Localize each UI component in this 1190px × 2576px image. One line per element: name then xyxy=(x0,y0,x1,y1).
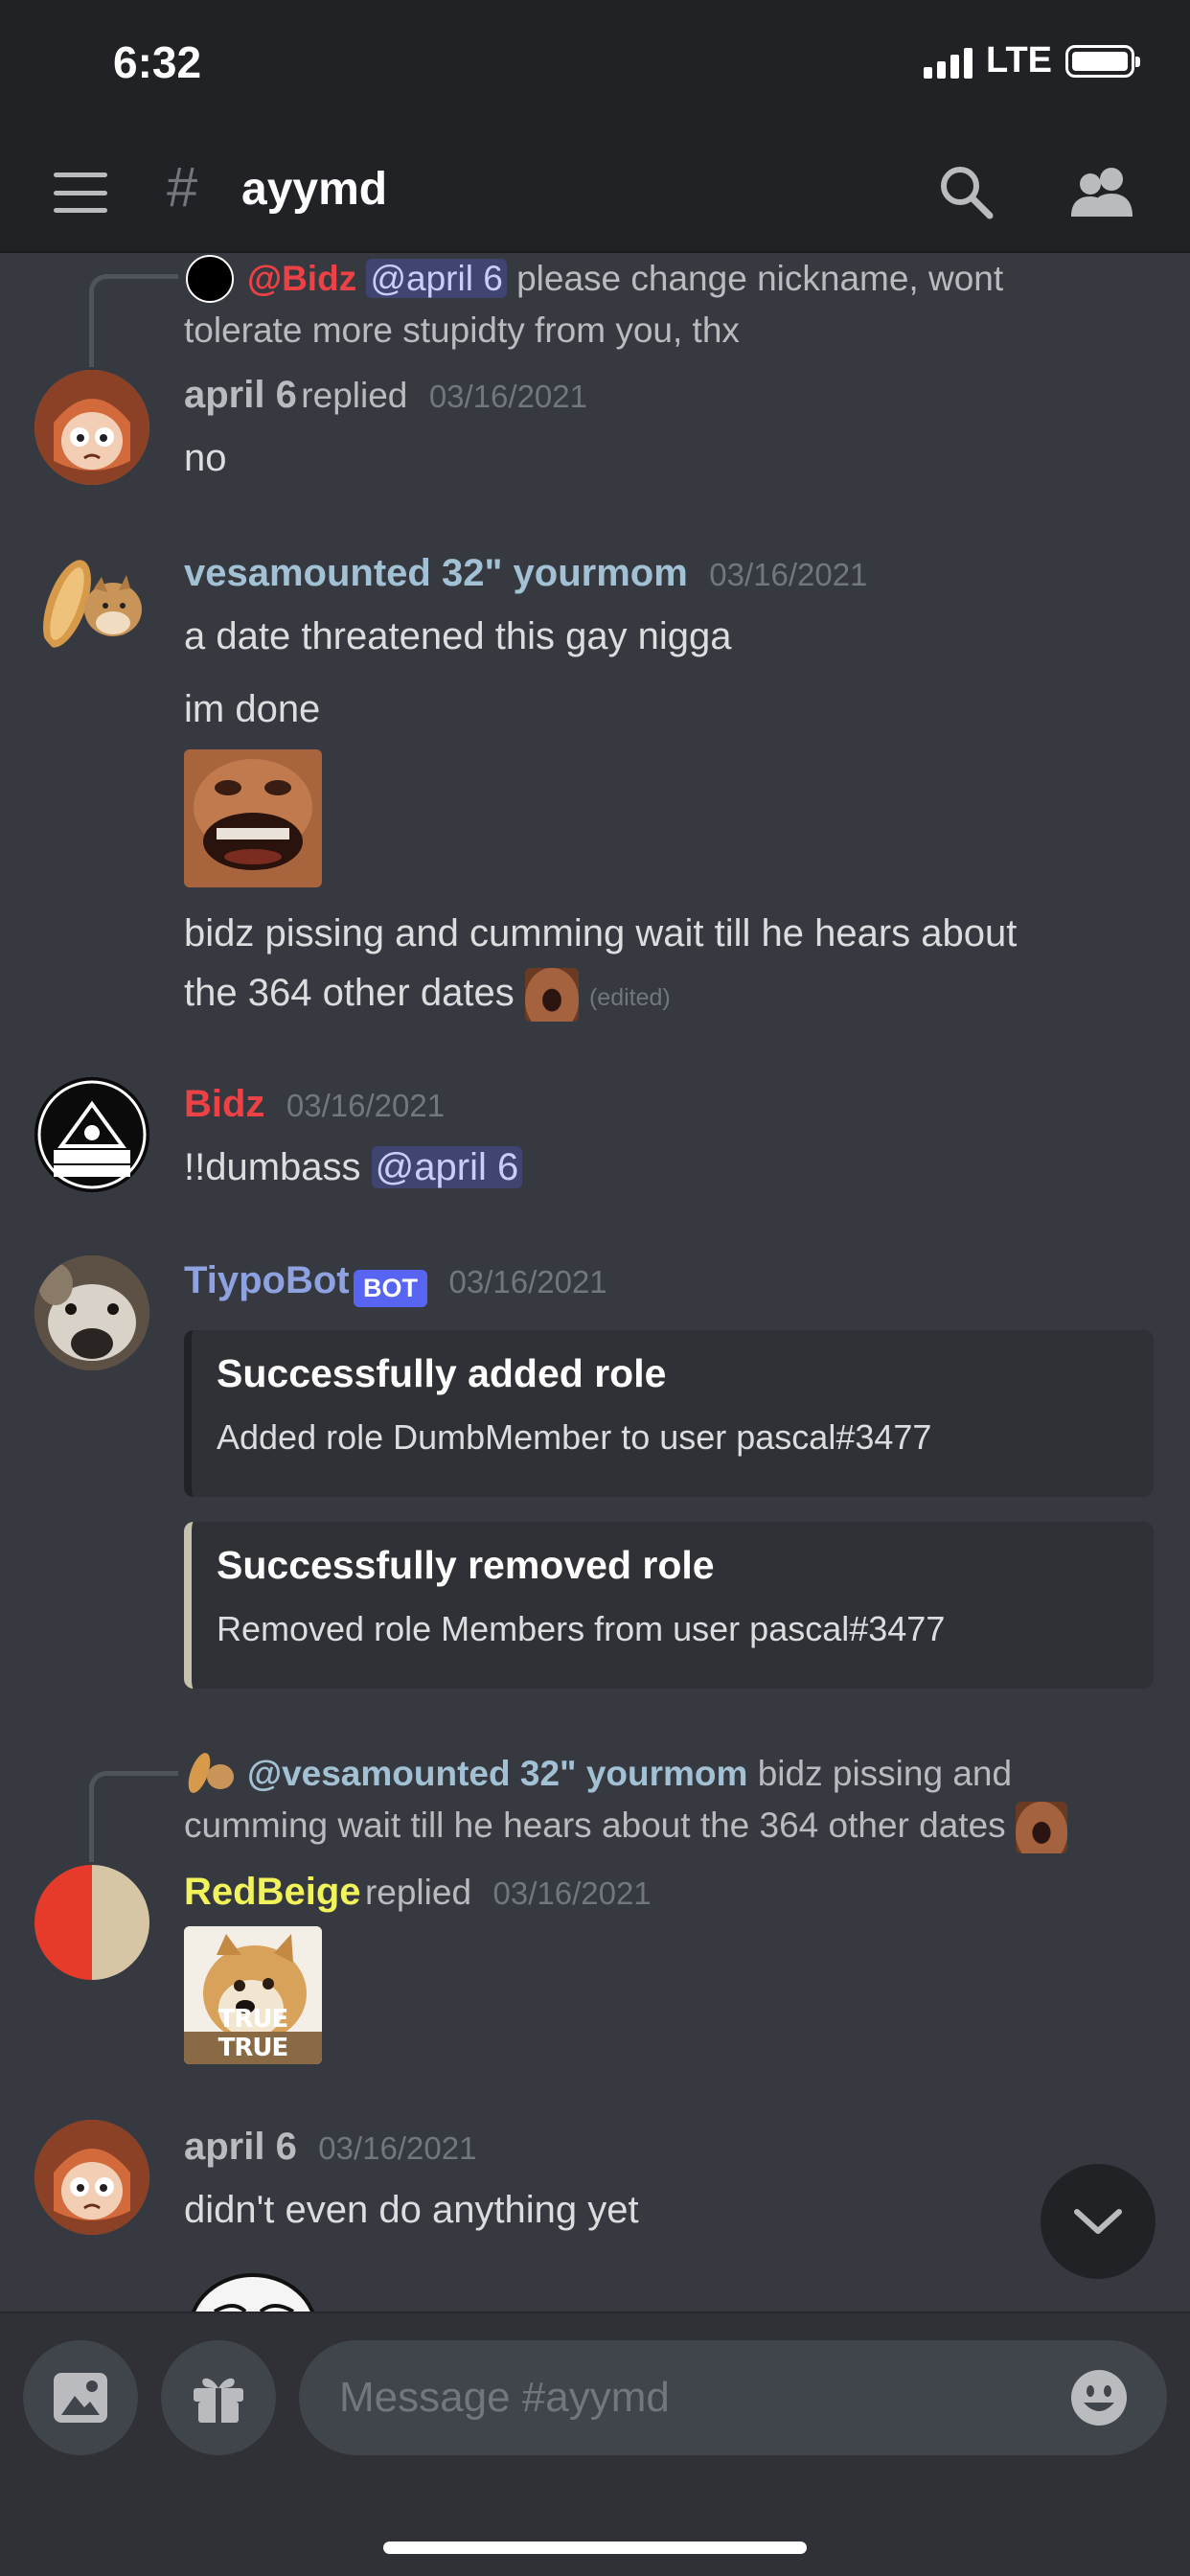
message-input-container[interactable] xyxy=(299,2340,1167,2455)
laughing-emoji-icon xyxy=(1015,1802,1067,1854)
timestamp: 03/16/2021 xyxy=(709,557,868,592)
channel-header: # ayymd xyxy=(0,134,1190,253)
embed-title: Successfully removed role xyxy=(217,1543,715,1587)
author-name[interactable]: RedBeige xyxy=(184,1871,361,1913)
message-text: no xyxy=(184,437,227,479)
avatar[interactable] xyxy=(34,548,149,663)
sticker-image[interactable]: TRUE TRUE xyxy=(184,1926,322,2064)
timestamp: 03/16/2021 xyxy=(448,1264,607,1300)
timestamp: 03/16/2021 xyxy=(318,2130,477,2166)
reply-avatar xyxy=(186,255,234,303)
message-header: vesamounted 32" yourmom 03/16/2021 xyxy=(184,552,867,595)
reply-mention: @april 6 xyxy=(366,259,507,298)
image-caption: TRUE TRUE xyxy=(217,2005,289,2062)
embed-description: Removed role Members from user pascal#34… xyxy=(217,1609,946,1648)
reply-avatar xyxy=(184,1748,236,1798)
replied-label: replied xyxy=(301,376,408,415)
timestamp: 03/16/2021 xyxy=(428,379,587,414)
embed-card: Successfully removed role Removed role M… xyxy=(184,1522,1154,1689)
message-text: bidz pissing and cumming wait till he he… xyxy=(184,912,1018,954)
search-icon[interactable] xyxy=(937,163,995,220)
reply-author: @vesamounted 32" yourmom xyxy=(247,1754,748,1793)
replied-label: replied xyxy=(364,1873,472,1912)
embed-card: Successfully added role Added role DumbM… xyxy=(184,1330,1154,1497)
avatar[interactable] xyxy=(34,1077,149,1192)
message-header: april 6 03/16/2021 xyxy=(184,2126,476,2169)
gift-icon xyxy=(194,2378,243,2423)
members-icon[interactable] xyxy=(1067,163,1136,220)
message-header: Bidz 03/16/2021 xyxy=(184,1083,445,1126)
message-text: a date threatened this gay nigga xyxy=(184,615,732,657)
avatar[interactable] xyxy=(34,370,149,485)
avatar[interactable] xyxy=(34,1255,149,1370)
message-header: april 6 replied 03/16/2021 xyxy=(184,374,587,417)
status-bar: 6:32 LTE xyxy=(0,0,1190,134)
author-name[interactable]: Bidz xyxy=(184,1083,264,1125)
reply-text-line2: tolerate more stupidty from you, thx xyxy=(184,310,740,350)
reply-preview[interactable]: @vesamounted 32" yourmom bidz pissing an… xyxy=(247,1748,1012,1800)
edited-label: (edited) xyxy=(588,984,671,1011)
embed-title: Successfully added role xyxy=(217,1351,667,1395)
composer-bar xyxy=(0,2312,1190,2576)
timestamp: 03/16/2021 xyxy=(286,1088,446,1123)
emoji-icon[interactable] xyxy=(1069,2368,1129,2427)
author-name[interactable]: april 6 xyxy=(184,374,297,416)
jump-to-bottom-button[interactable] xyxy=(1041,2164,1156,2279)
timestamp: 03/16/2021 xyxy=(492,1875,652,1911)
message-header: TiypoBot BOT 03/16/2021 xyxy=(184,1259,607,1308)
status-time: 6:32 xyxy=(113,37,202,87)
network-label: LTE xyxy=(986,40,1052,80)
sticker-image[interactable] xyxy=(186,2264,320,2312)
image-upload-button[interactable] xyxy=(23,2340,138,2455)
reply-text: cumming wait till he hears about the 364… xyxy=(184,1806,1006,1845)
sticker-image[interactable] xyxy=(184,749,322,887)
embed-description: Added role DumbMember to user pascal#347… xyxy=(217,1417,932,1457)
status-indicators: LTE xyxy=(924,40,1140,81)
message-body: !!dumbass @april 6 xyxy=(184,1138,523,1196)
message-list[interactable]: @Bidz @april 6 please change nickname, w… xyxy=(0,253,1190,2312)
author-name[interactable]: TiypoBot xyxy=(184,1259,350,1301)
author-name[interactable]: april 6 xyxy=(184,2126,297,2168)
avatar[interactable] xyxy=(34,1865,149,1980)
laughing-emoji-icon xyxy=(524,968,579,1023)
battery-icon xyxy=(1065,44,1140,78)
message-input[interactable] xyxy=(337,2373,1069,2423)
reply-connector xyxy=(89,274,178,367)
signal-icon xyxy=(924,44,973,79)
reply-text-line2: cumming wait till he hears about the 364… xyxy=(184,1800,1067,1854)
reply-connector xyxy=(89,1771,178,1862)
home-indicator[interactable] xyxy=(383,2542,807,2554)
bot-badge: BOT xyxy=(354,1270,428,1308)
reply-author: @Bidz xyxy=(247,259,357,298)
message-text: !!dumbass xyxy=(184,1146,361,1188)
message-text: didn't even do anything yet xyxy=(184,2189,639,2231)
channel-name[interactable]: ayymd xyxy=(241,163,387,216)
hamburger-icon[interactable] xyxy=(54,172,107,213)
message-text: the 364 other dates xyxy=(184,972,515,1014)
message-header: RedBeige replied 03/16/2021 xyxy=(184,1871,652,1914)
reply-preview[interactable]: @Bidz @april 6 please change nickname, w… xyxy=(247,253,1167,305)
reply-text: bidz pissing and xyxy=(757,1754,1013,1793)
avatar[interactable] xyxy=(34,2120,149,2235)
author-name[interactable]: vesamounted 32" yourmom xyxy=(184,552,688,594)
image-icon xyxy=(54,2373,107,2423)
channel-hash-icon: # xyxy=(167,156,198,218)
reply-text: please change nickname, wont xyxy=(516,259,1004,298)
gift-button[interactable] xyxy=(161,2340,276,2455)
message-text-line: the 364 other dates (edited) xyxy=(184,964,671,1026)
message-text: im done xyxy=(184,688,321,730)
chevron-down-icon xyxy=(1074,2209,1122,2234)
user-mention[interactable]: @april 6 xyxy=(371,1146,523,1188)
